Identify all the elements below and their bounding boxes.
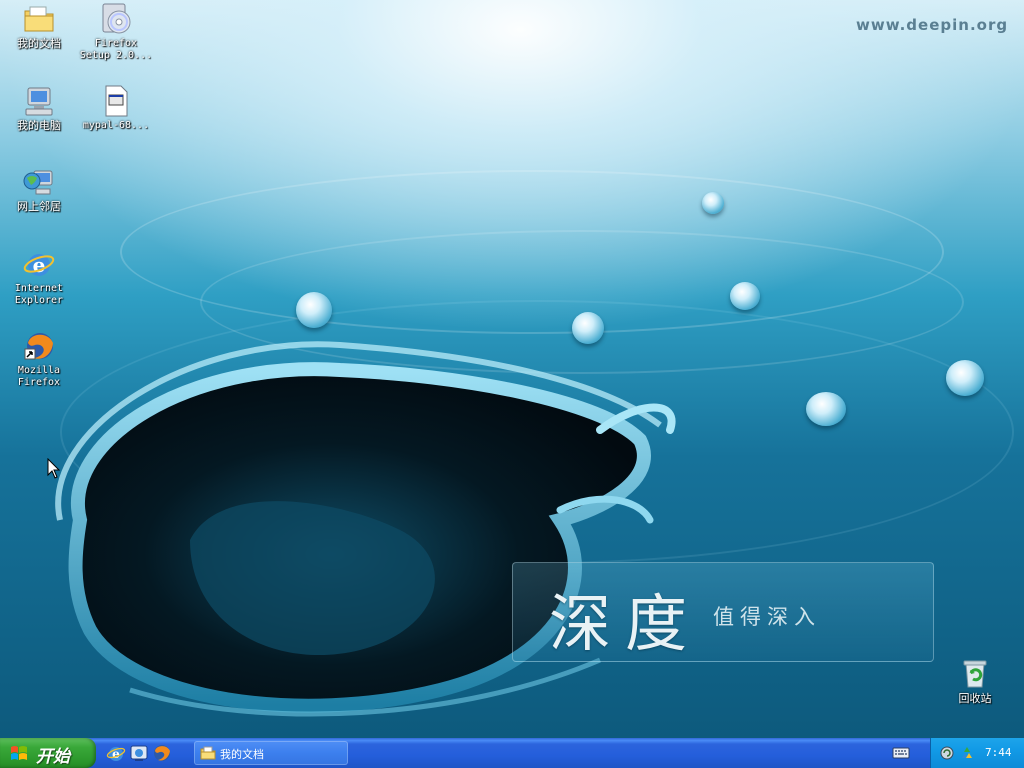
show-desktop-icon[interactable] [129,743,149,763]
desktop-icon-mypal[interactable]: mypal-68... [78,84,154,132]
deepin-logo-panel: 深度 值得深入 [512,562,934,662]
start-button[interactable]: 开始 [0,738,96,768]
water-droplet [296,292,332,328]
desktop-icon-my-documents[interactable]: 我的文档 [1,2,77,50]
desktop-icon-recycle-bin[interactable]: 回收站 [937,657,1013,705]
desktop-icon-label: 我的电脑 [17,119,61,132]
brand-slogan: 值得深入 [713,605,821,629]
water-droplet [702,192,724,214]
brand-title: 深度 [549,587,702,660]
desktop-icon-network-places[interactable]: 网上邻居 [1,165,77,213]
desktop-icon-my-computer[interactable]: 我的电脑 [1,84,77,132]
internet-explorer-icon: e [22,247,56,281]
firefox-icon [22,329,56,363]
desktop-icon-firefox-setup[interactable]: Firefox Setup 2.0... [78,2,154,62]
recycle-tray-icon[interactable] [959,745,975,761]
network-tray-icon[interactable] [939,745,955,761]
desktop-icon-label: Internet Explorer [14,283,64,306]
ripple [120,170,944,334]
desktop-icon-label: mypal-68... [82,120,150,131]
my-documents-folder-icon [22,2,56,36]
desktop-icon-mozilla-firefox[interactable]: Mozilla Firefox [1,329,77,389]
taskbar: 开始 e 我的文档 7:44 [0,738,1024,768]
windows-flag-icon [11,746,27,760]
desktop-icon-label: 网上邻居 [17,200,61,213]
water-droplet [806,392,846,426]
water-droplet [730,282,760,310]
desktop-icon-label: Mozilla Firefox [17,365,61,388]
desktop-icon-label: 我的文档 [17,37,61,50]
desktop-icon-internet-explorer[interactable]: e Internet Explorer [1,247,77,307]
taskbar-task-label: 我的文档 [220,748,264,761]
executable-file-icon [99,84,133,118]
desktop-icon-label: 回收站 [958,692,992,705]
start-button-label: 开始 [36,747,70,767]
taskbar-clock: 7:44 [985,746,1012,759]
watermark-url: www.deepin.org [856,16,1009,34]
network-places-icon [22,165,56,199]
mouse-cursor-icon [47,458,61,479]
firefox-icon[interactable] [152,743,172,763]
water-droplet [572,312,604,344]
recycle-bin-icon [958,657,992,691]
taskbar-task-my-documents[interactable]: 我的文档 [194,741,348,765]
keyboard-ime-icon[interactable] [892,746,910,760]
water-splash-graphic [55,341,676,717]
folder-icon [200,746,216,760]
water-droplet [946,360,984,396]
internet-explorer-icon[interactable]: e [106,743,126,763]
firefox-installer-cd-icon [99,2,133,36]
desktop-icon-label: Firefox Setup 2.0... [79,38,153,61]
desktop-background: www.deepin.org 深度 值得深入 我的文档 Firefox Setu… [0,0,1024,738]
system-tray: 7:44 [930,738,1024,768]
my-computer-icon [22,84,56,118]
